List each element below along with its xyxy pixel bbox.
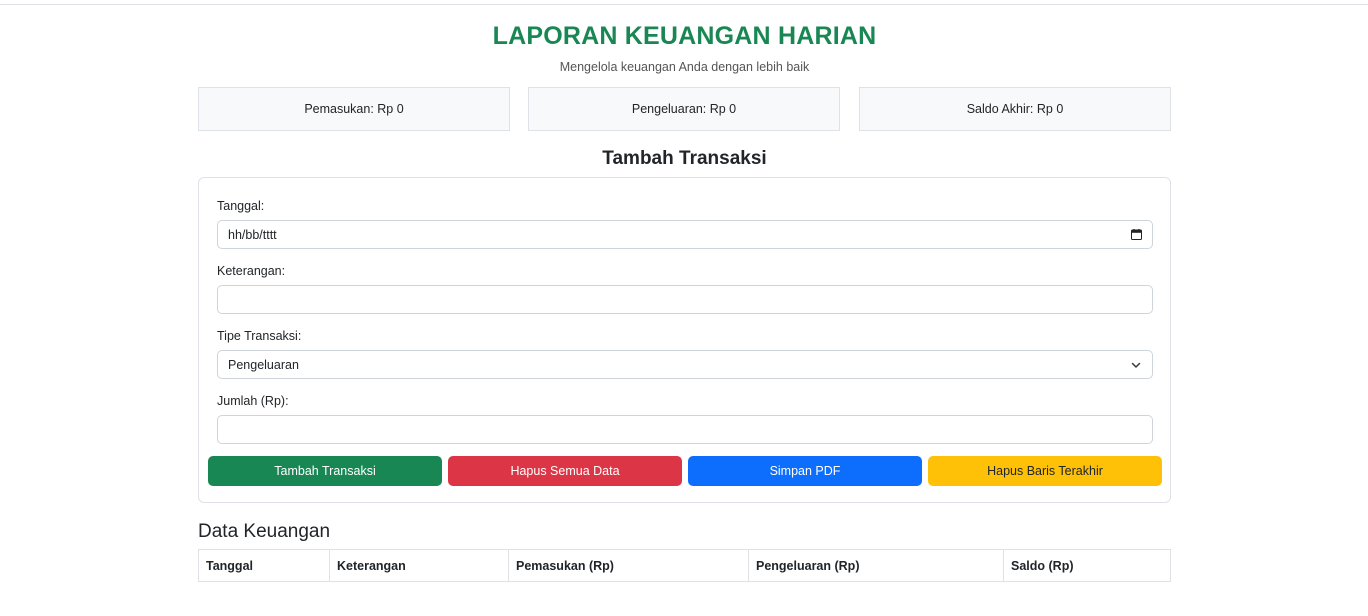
calendar-icon[interactable]	[1131, 229, 1142, 240]
save-pdf-button[interactable]: Simpan PDF	[688, 456, 922, 486]
description-input[interactable]	[217, 285, 1153, 314]
transaction-form-card: Tanggal: hh/bb/tttt Keterangan: Tipe Tra…	[198, 177, 1171, 503]
table-header-date: Tanggal	[198, 549, 330, 582]
page-title: LAPORAN KEUANGAN HARIAN	[492, 22, 877, 50]
description-label: Keterangan:	[217, 264, 286, 278]
balance-summary-text: Saldo Akhir: Rp 0	[966, 102, 1064, 116]
data-table-title: Data Keuangan	[198, 521, 331, 542]
expense-summary-card: Pengeluaran: Rp 0	[528, 87, 840, 131]
delete-all-data-button[interactable]: Hapus Semua Data	[448, 456, 682, 486]
table-header-description: Keterangan	[329, 549, 509, 582]
amount-input[interactable]	[217, 415, 1153, 444]
expense-summary-text: Pengeluaran: Rp 0	[631, 102, 737, 116]
transaction-type-selected: Pengeluaran	[228, 357, 299, 372]
income-summary-card: Pemasukan: Rp 0	[198, 87, 510, 131]
balance-summary-card: Saldo Akhir: Rp 0	[859, 87, 1171, 131]
form-title: Tambah Transaksi	[602, 148, 767, 169]
income-summary-text: Pemasukan: Rp 0	[304, 102, 404, 116]
page-subtitle: Mengelola keuangan Anda dengan lebih bai…	[559, 60, 810, 74]
chevron-down-icon	[1130, 359, 1142, 371]
top-divider	[0, 4, 1368, 5]
add-transaction-button[interactable]: Tambah Transaksi	[208, 456, 442, 486]
amount-label: Jumlah (Rp):	[217, 394, 289, 408]
transaction-type-label: Tipe Transaksi:	[217, 329, 302, 343]
date-label: Tanggal:	[217, 199, 265, 213]
date-placeholder: hh/bb/tttt	[228, 227, 277, 242]
delete-last-row-button[interactable]: Hapus Baris Terakhir	[928, 456, 1162, 486]
date-input[interactable]: hh/bb/tttt	[217, 220, 1153, 249]
table-header-income: Pemasukan (Rp)	[508, 549, 749, 582]
table-header-balance: Saldo (Rp)	[1003, 549, 1171, 582]
transaction-type-select[interactable]: Pengeluaran	[217, 350, 1153, 379]
table-header-expense: Pengeluaran (Rp)	[748, 549, 1004, 582]
